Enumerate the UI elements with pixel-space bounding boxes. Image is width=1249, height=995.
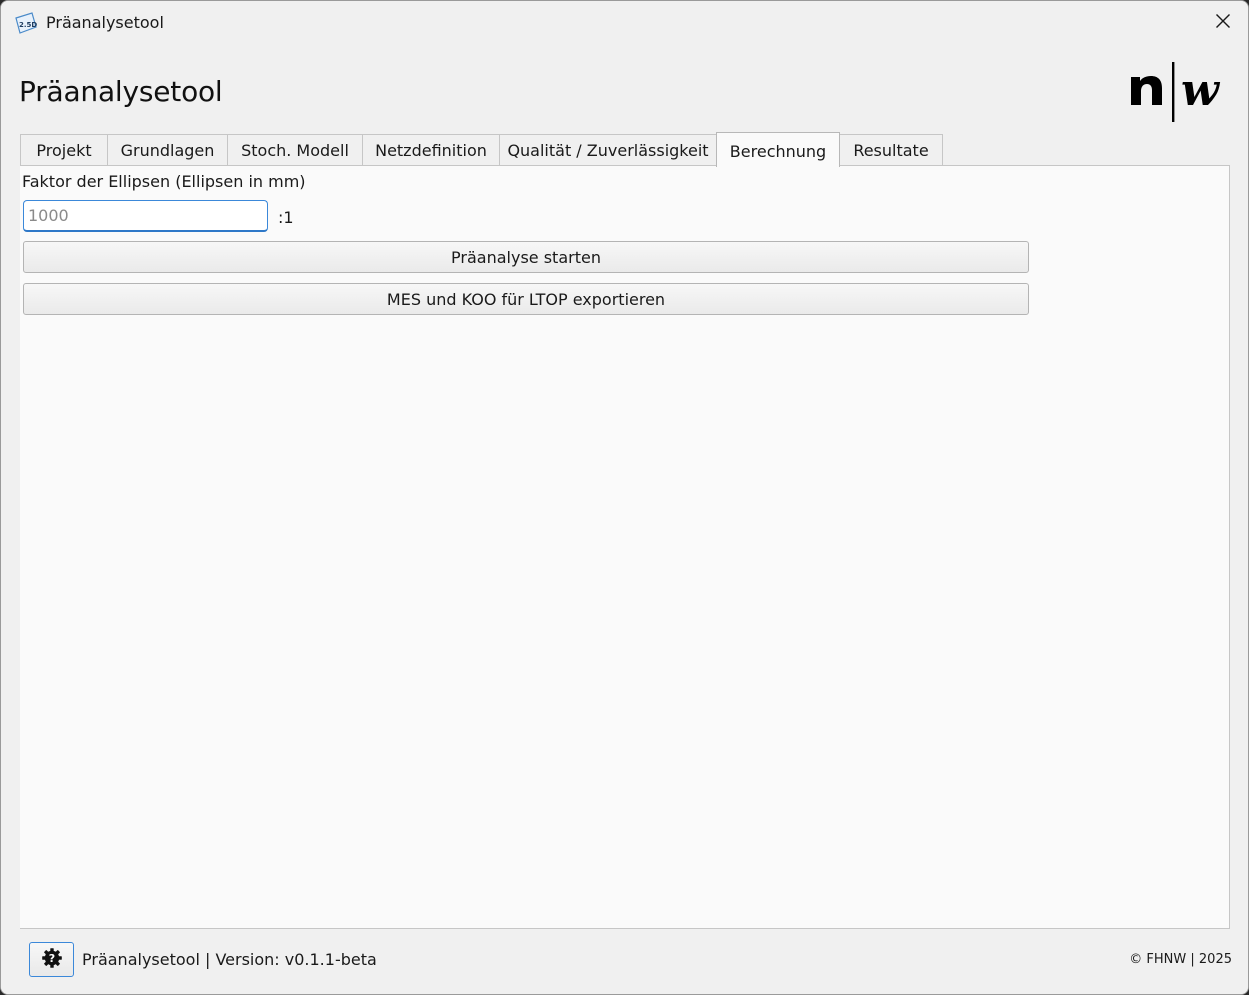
fhnw-logo: w <box>1127 61 1233 123</box>
svg-text:2.5D: 2.5D <box>19 21 37 29</box>
tab-label: Qualität / Zuverlässigkeit <box>507 141 709 160</box>
tab-label: Resultate <box>853 141 929 160</box>
version-label: Präanalysetool | Version: v0.1.1-beta <box>82 950 377 969</box>
tab-label: Stoch. Modell <box>241 141 349 160</box>
start-preanalysis-button[interactable]: Präanalyse starten <box>23 241 1029 273</box>
tab-label: Netzdefinition <box>375 141 487 160</box>
tab-resultate[interactable]: Resultate <box>839 134 943 166</box>
tab-label: Berechnung <box>729 142 827 161</box>
tab-panel-berechnung: Faktor der Ellipsen (Ellipsen in mm) :1 … <box>20 165 1230 929</box>
close-button[interactable] <box>1198 1 1248 45</box>
button-label: Präanalyse starten <box>451 247 601 267</box>
ratio-suffix: :1 <box>278 208 294 227</box>
page-title: Präanalysetool <box>19 75 223 108</box>
close-icon <box>1215 13 1231 33</box>
tab-label: Grundlagen <box>120 141 215 160</box>
window-title: Präanalysetool <box>46 13 164 32</box>
tab-label: Projekt <box>36 141 92 160</box>
copyright-label: © FHNW | 2025 <box>1129 952 1232 967</box>
app-window: 2.5D Präanalysetool Präanalysetool w Pro… <box>0 0 1249 995</box>
tab-stoch-modell[interactable]: Stoch. Modell <box>227 134 363 166</box>
ellipse-factor-input[interactable] <box>23 200 268 232</box>
tab-netzdefinition[interactable]: Netzdefinition <box>362 134 500 166</box>
settings-help-icon: ? <box>41 947 63 973</box>
button-label: MES und KOO für LTOP exportieren <box>386 289 666 309</box>
settings-button[interactable]: ? <box>29 942 74 977</box>
svg-text:w: w <box>1181 65 1221 116</box>
app-logo-icon: 2.5D <box>14 12 37 34</box>
status-bar: ? Präanalysetool | Version: v0.1.1-beta … <box>1 929 1248 994</box>
export-ltop-button[interactable]: MES und KOO für LTOP exportieren <box>23 283 1029 315</box>
ellipse-factor-label: Faktor der Ellipsen (Ellipsen in mm) <box>22 172 306 191</box>
tab-projekt[interactable]: Projekt <box>20 134 108 166</box>
title-bar[interactable]: 2.5D Präanalysetool <box>1 1 1248 45</box>
svg-text:?: ? <box>48 952 54 965</box>
tab-qualitaet-zuverlaessigkeit[interactable]: Qualität / Zuverlässigkeit <box>499 134 717 166</box>
tab-grundlagen[interactable]: Grundlagen <box>107 134 228 166</box>
tab-berechnung[interactable]: Berechnung <box>716 132 840 167</box>
